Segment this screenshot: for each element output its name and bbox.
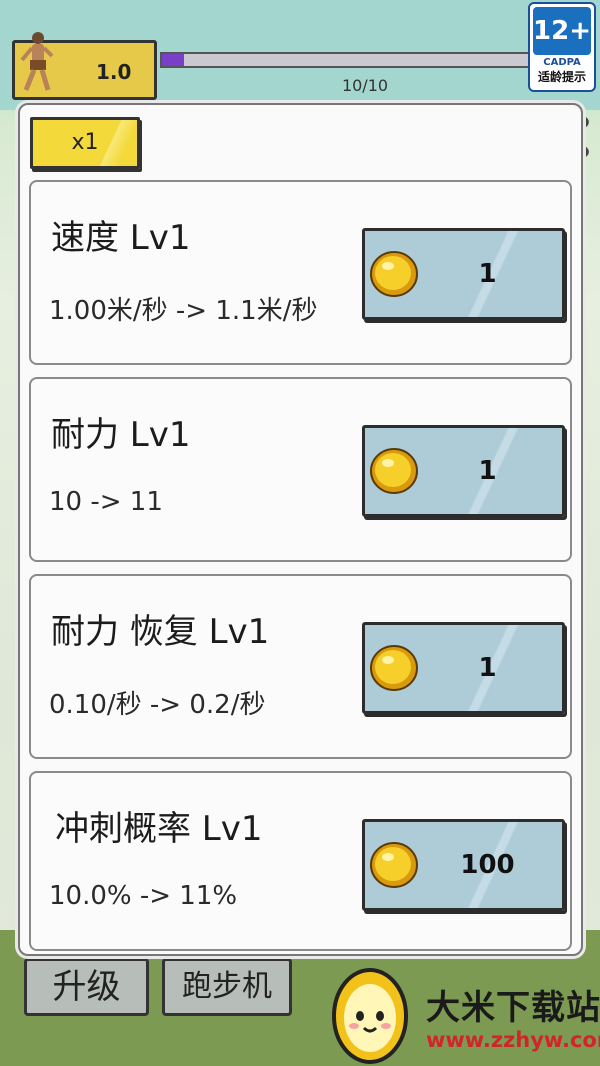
- coin-icon: [370, 645, 418, 691]
- watermark-url: www.zzhyw.com: [426, 1028, 600, 1052]
- upgrade-detail: 10 -> 11: [49, 487, 163, 517]
- upgrade-card-stamina: 耐力 Lv1 10 -> 11 1: [29, 377, 572, 562]
- upgrade-card-sprint-chance: 冲刺概率 Lv1 10.0% -> 11% 100: [29, 771, 572, 951]
- buy-button-stamina-recovery[interactable]: 1: [362, 622, 565, 714]
- buy-price: 100: [460, 850, 515, 880]
- upgrade-detail: 0.10/秒 -> 0.2/秒: [49, 690, 266, 720]
- upgrade-card-speed: 速度 Lv1 1.00米/秒 -> 1.1米/秒 1: [29, 180, 572, 365]
- multiplier-button[interactable]: x1: [30, 117, 140, 169]
- level-value: 1.0: [96, 60, 132, 84]
- tab-upgrade[interactable]: 升级: [24, 958, 149, 1016]
- buy-price: 1: [478, 259, 497, 289]
- age-rating-badge: 12+ CADPA 适龄提示: [528, 2, 596, 92]
- upgrade-detail: 10.0% -> 11%: [49, 881, 238, 911]
- progress-bar-fill: [162, 54, 185, 66]
- coin-icon: [370, 448, 418, 494]
- upgrade-card-stamina-recovery: 耐力 恢复 Lv1 0.10/秒 -> 0.2/秒 1: [29, 574, 572, 759]
- buy-price: 1: [478, 653, 497, 683]
- progress-text: 10/10: [341, 76, 389, 95]
- upgrade-modal: x1 速度 Lv1 1.00米/秒 -> 1.1米/秒 1 耐力 Lv1 10 …: [18, 103, 583, 956]
- site-watermark: 大米下载站 www.zzhyw.com: [330, 960, 600, 1066]
- age-rating-value: 12+: [533, 7, 591, 55]
- runner-icon: [20, 32, 54, 91]
- buy-price: 1: [478, 456, 497, 486]
- age-rating-label: 适龄提示: [537, 70, 586, 84]
- tab-treadmill[interactable]: 跑步机: [162, 958, 292, 1016]
- age-rating-org: CADPA: [543, 57, 581, 68]
- upgrade-title: 耐力 Lv1: [51, 415, 191, 455]
- watermark-title: 大米下载站: [426, 988, 600, 1028]
- progress-bar: [160, 52, 532, 68]
- upgrade-title: 耐力 恢复 Lv1: [51, 612, 270, 652]
- upgrade-detail: 1.00米/秒 -> 1.1米/秒: [49, 296, 318, 326]
- upgrade-title: 速度 Lv1: [51, 218, 191, 258]
- coin-icon: [370, 251, 418, 297]
- buy-button-speed[interactable]: 1: [362, 228, 565, 320]
- buy-button-sprint-chance[interactable]: 100: [362, 819, 565, 911]
- buy-button-stamina[interactable]: 1: [362, 425, 565, 517]
- upgrade-title: 冲刺概率 Lv1: [55, 809, 263, 849]
- egg-mascot-icon: [332, 968, 408, 1064]
- coin-icon: [370, 842, 418, 888]
